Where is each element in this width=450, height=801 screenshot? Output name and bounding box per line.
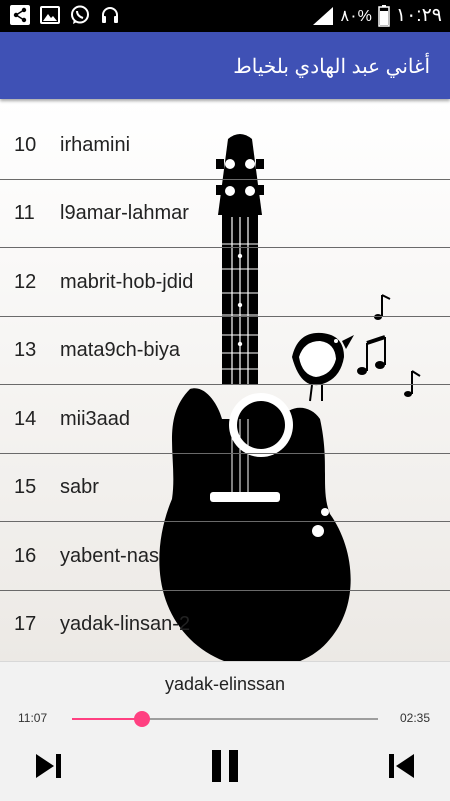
song-number: 14 xyxy=(14,408,37,430)
media-player: yadak-elinssan 11:07 02:35 xyxy=(0,661,450,801)
page-title: أغاني عبد الهادي بلخياط xyxy=(233,56,430,78)
notification-icons xyxy=(10,5,120,25)
status-bar: ٨٠% ١٠:٢٩ xyxy=(0,0,450,32)
list-item[interactable]: 10 irhamini xyxy=(0,112,450,180)
next-button[interactable] xyxy=(28,746,68,786)
pause-icon xyxy=(212,750,238,782)
previous-button[interactable] xyxy=(382,746,422,786)
seek-thumb[interactable] xyxy=(134,711,151,727)
song-number: 13 xyxy=(14,339,37,361)
next-icon xyxy=(36,754,61,778)
song-number: 11 xyxy=(14,202,35,224)
status-indicators: ٨٠% ١٠:٢٩ xyxy=(312,4,442,27)
battery-percent: ٨٠% xyxy=(340,7,372,25)
list-item[interactable]: 11 l9amar-lahmar xyxy=(0,180,450,248)
song-number: 16 xyxy=(14,545,37,567)
list-item[interactable]: 12 mabrit-hob-jdid xyxy=(0,249,450,317)
song-title: mabrit-hob-jdid xyxy=(60,271,194,293)
current-time: 11:07 xyxy=(18,711,48,725)
list-item[interactable]: 17 yadak-linsan-2 xyxy=(0,591,450,659)
signal-icon xyxy=(313,6,334,25)
song-title: sabr xyxy=(60,476,99,498)
image-icon xyxy=(40,6,60,24)
song-title: yabent-nas xyxy=(60,545,159,567)
whatsapp-icon xyxy=(71,5,89,24)
song-title: mii3aad xyxy=(60,408,131,430)
total-time: 02:35 xyxy=(399,711,430,725)
share-icon xyxy=(10,5,30,25)
list-item[interactable]: 14 mii3aad xyxy=(0,386,450,454)
headphones-icon xyxy=(102,7,118,23)
now-playing-title: yadak-elinssan xyxy=(164,674,286,694)
seek-bar[interactable] xyxy=(72,711,378,727)
app-bar: أغاني عبد الهادي بلخياط xyxy=(0,32,450,99)
song-list[interactable]: 10 irhamini 11 l9amar-lahmar 12 mabrit-h… xyxy=(0,99,450,661)
list-item[interactable]: 16 yabent-nas xyxy=(0,523,450,591)
list-item[interactable]: 15 sabr xyxy=(0,454,450,522)
song-number: 10 xyxy=(14,134,37,156)
previous-icon xyxy=(389,754,414,778)
song-number: 15 xyxy=(14,476,37,498)
song-title: irhamini xyxy=(60,134,131,156)
song-title: l9amar-lahmar xyxy=(60,202,189,224)
list-item[interactable]: 13 mata9ch-biya xyxy=(0,317,450,385)
seek-progress xyxy=(72,718,143,720)
song-number: 12 xyxy=(14,271,37,293)
song-number: 17 xyxy=(14,613,37,635)
clock: ١٠:٢٩ xyxy=(395,5,442,26)
song-title: yadak-linsan-2 xyxy=(60,613,191,635)
battery-icon xyxy=(378,4,390,27)
song-title: mata9ch-biya xyxy=(60,339,181,361)
pause-button[interactable] xyxy=(205,746,245,786)
